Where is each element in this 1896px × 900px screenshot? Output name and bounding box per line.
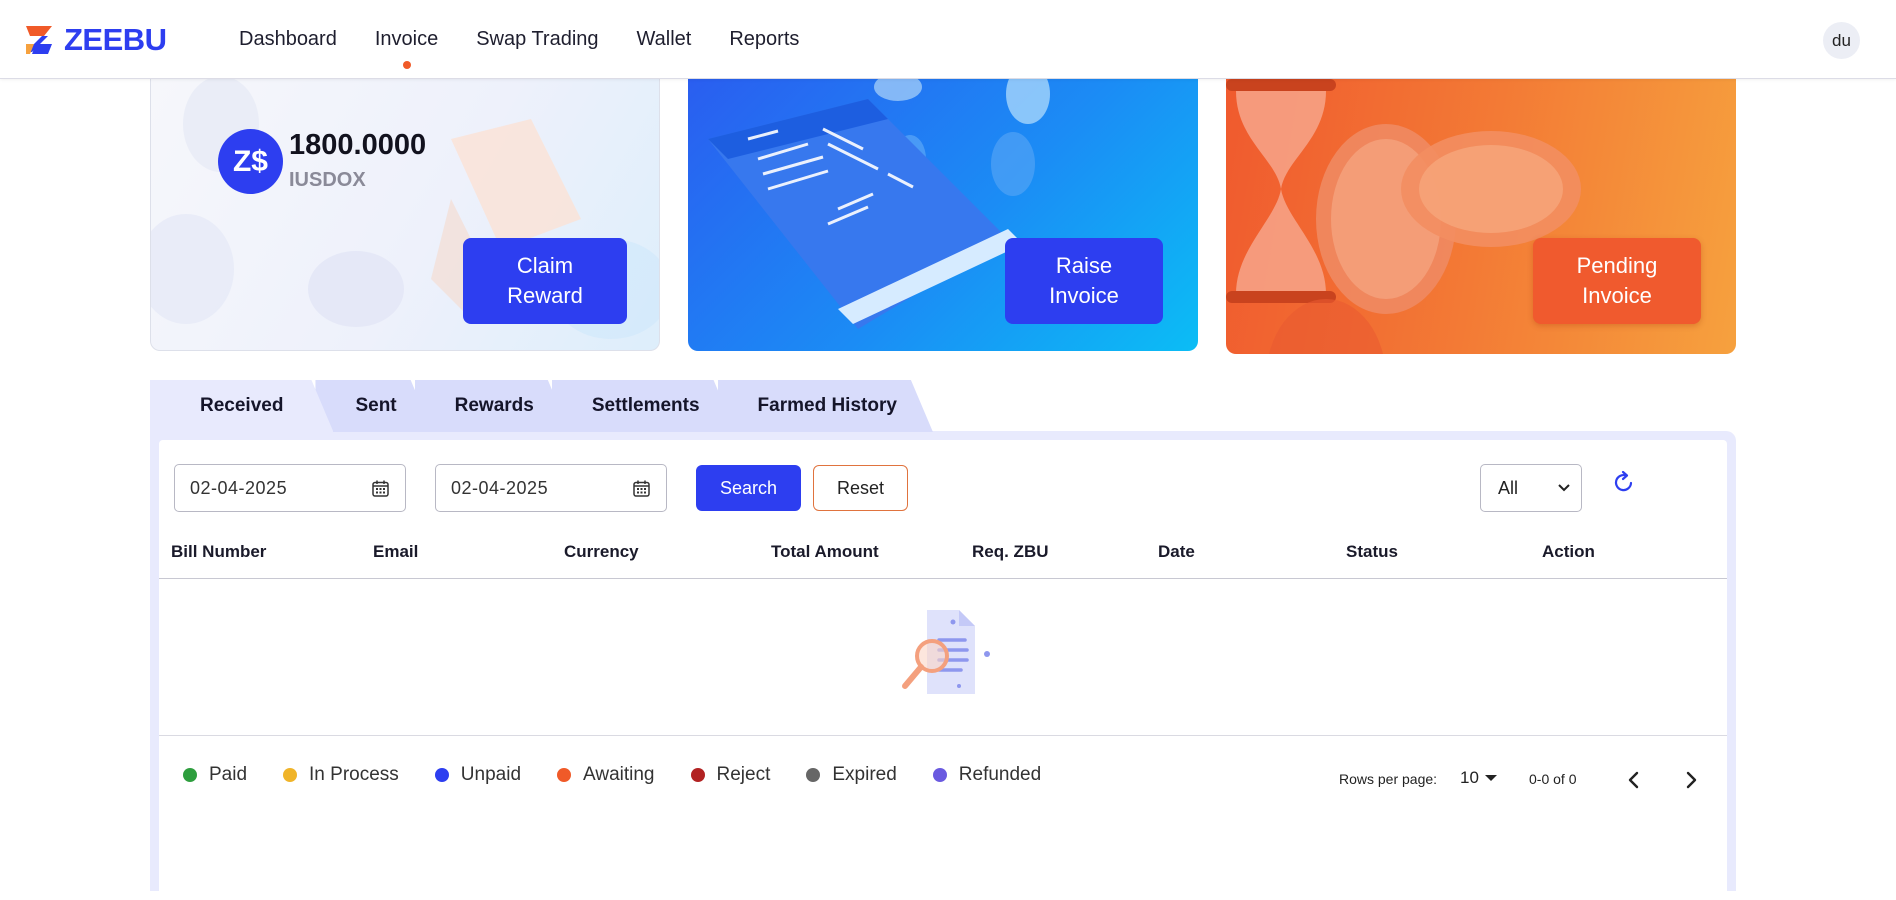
paid-dot-icon	[183, 768, 197, 782]
chevron-left-icon[interactable]	[1625, 770, 1643, 790]
in-process-dot-icon	[283, 768, 298, 782]
legend-refunded: Refunded	[932, 764, 1042, 786]
reward-unit: IUSDOX	[289, 169, 366, 191]
legend-label: In Process	[309, 764, 399, 785]
col-req-zbu[interactable]: Req. ZBU	[972, 542, 1049, 562]
top-navbar: ZEEBU Dashboard Invoice Swap Trading Wal…	[0, 0, 1896, 79]
from-date-input[interactable]: 02-04-2025	[174, 464, 406, 512]
tab-received[interactable]: Received	[150, 380, 333, 432]
pending-invoice-card: Pending Invoice	[1226, 79, 1736, 354]
legend-label: Unpaid	[460, 764, 522, 785]
nav-reports[interactable]: Reports	[729, 28, 799, 51]
from-date-value: 02-04-2025	[190, 477, 288, 498]
raise-invoice-line2: Invoice	[1049, 283, 1119, 308]
raise-invoice-line1: Raise	[1055, 253, 1113, 278]
col-action[interactable]: Action	[1542, 542, 1595, 562]
legend-expired: Expired	[806, 764, 897, 786]
status-filter-value: All	[1498, 477, 1519, 498]
legend-unpaid: Unpaid	[434, 764, 522, 786]
nav-invoice[interactable]: Invoice	[375, 28, 438, 69]
col-currency[interactable]: Currency	[564, 542, 639, 562]
status-legend: Paid In Process Unpaid Awaiting Reject E…	[183, 764, 1077, 786]
legend-label: Awaiting	[583, 764, 655, 785]
pending-invoice-button[interactable]: Pending Invoice	[1533, 238, 1701, 324]
user-avatar[interactable]: du	[1823, 22, 1860, 59]
logo-text: ZEEBU	[64, 22, 167, 57]
search-button[interactable]: Search	[696, 465, 801, 511]
legend-reject: Reject	[690, 764, 771, 786]
claim-reward-button[interactable]: Claim Reward	[463, 238, 627, 324]
pending-invoice-line1: Pending	[1576, 253, 1658, 278]
main-nav: Dashboard Invoice Swap Trading Wallet Re…	[239, 28, 837, 69]
to-date-input[interactable]: 02-04-2025	[435, 464, 667, 512]
legend-awaiting: Awaiting	[557, 764, 655, 786]
to-date-value: 02-04-2025	[451, 477, 549, 498]
rows-per-page-label: Rows per page:	[1339, 771, 1438, 787]
legend-paid: Paid	[183, 764, 247, 786]
logo[interactable]: ZEEBU	[22, 22, 167, 58]
pending-invoice-line2: Invoice	[1582, 283, 1652, 308]
col-total-amount[interactable]: Total Amount	[771, 542, 879, 562]
col-email[interactable]: Email	[373, 542, 418, 562]
raise-invoice-button[interactable]: Raise Invoice	[1005, 238, 1163, 324]
invoice-table-container: 02-04-2025 02-04-2025 Search Reset All B…	[159, 440, 1727, 900]
reject-dot-icon	[690, 768, 705, 782]
tab-farmed-history[interactable]: Farmed History	[718, 380, 933, 432]
invoice-panel: 02-04-2025 02-04-2025 Search Reset All B…	[150, 431, 1736, 900]
reward-balance: 1800.0000	[289, 129, 427, 161]
status-filter-select[interactable]: All	[1480, 464, 1582, 512]
rows-per-page-value: 10	[1460, 768, 1479, 787]
nav-dashboard[interactable]: Dashboard	[239, 28, 337, 51]
tab-settlements[interactable]: Settlements	[552, 380, 736, 432]
refunded-dot-icon	[932, 768, 947, 782]
legend-label: Refunded	[958, 764, 1042, 785]
zeebu-logo-icon	[26, 26, 52, 54]
legend-label: Reject	[716, 764, 771, 785]
reward-card: Z$ 1800.0000 IUSDOX Claim Reward	[150, 79, 660, 351]
zbu-coin-icon: Z$	[218, 129, 283, 194]
legend-in-process: In Process	[283, 764, 399, 786]
awaiting-dot-icon	[557, 768, 572, 782]
refresh-icon[interactable]	[1613, 470, 1635, 494]
col-date[interactable]: Date	[1158, 542, 1195, 562]
legend-label: Paid	[209, 764, 248, 785]
claim-reward-line2: Reward	[507, 283, 583, 308]
chevron-down-icon	[1558, 484, 1570, 492]
calendar-icon[interactable]	[633, 480, 650, 497]
calendar-icon[interactable]	[372, 480, 389, 497]
nav-swap-trading[interactable]: Swap Trading	[476, 28, 598, 51]
table-header: Bill Number Email Currency Total Amount …	[159, 540, 1727, 579]
tab-rewards[interactable]: Rewards	[415, 380, 570, 432]
no-data-illustration-icon	[902, 610, 990, 694]
claim-reward-line1: Claim	[516, 253, 574, 278]
legend-label: Expired	[832, 764, 897, 785]
expired-dot-icon	[806, 768, 821, 782]
caret-down-icon	[1484, 775, 1497, 781]
reset-button[interactable]: Reset	[813, 465, 908, 511]
invoice-tabs: Received Sent Rewards Settlements Farmed…	[150, 380, 915, 432]
chevron-right-icon[interactable]	[1682, 770, 1700, 790]
col-status[interactable]: Status	[1346, 542, 1398, 562]
col-bill-number[interactable]: Bill Number	[171, 542, 266, 562]
unpaid-dot-icon	[434, 768, 449, 782]
nav-wallet[interactable]: Wallet	[637, 28, 692, 51]
table-footer-divider	[159, 735, 1727, 736]
pagination-range: 0-0 of 0	[1529, 771, 1577, 787]
rows-per-page-select[interactable]: 10	[1460, 768, 1497, 788]
raise-invoice-card: Raise Invoice	[688, 79, 1198, 351]
